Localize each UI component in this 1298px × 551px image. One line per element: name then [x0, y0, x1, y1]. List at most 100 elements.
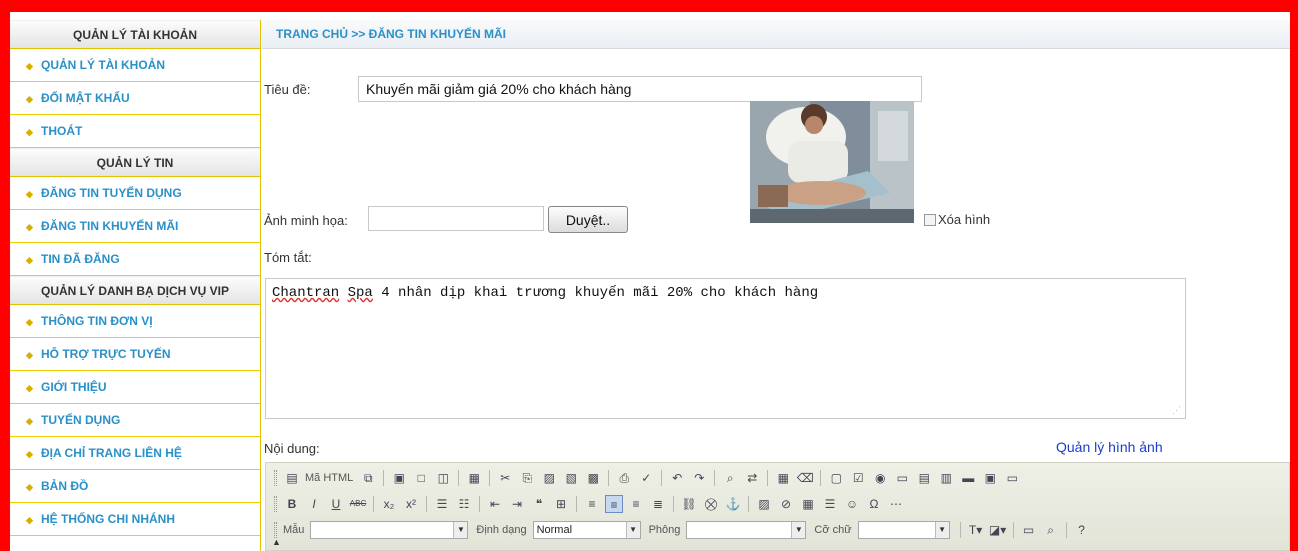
collapse-toolbar-icon[interactable]: ▲: [272, 537, 281, 547]
chevron-down-icon[interactable]: ▼: [625, 522, 640, 538]
button-field-icon[interactable]: ▬: [959, 469, 977, 487]
align-center-icon[interactable]: ≡: [605, 495, 623, 513]
maximize-icon[interactable]: ▭: [1020, 521, 1038, 539]
title-label: Tiêu đề:: [264, 82, 311, 97]
strikethrough-icon[interactable]: ABC: [349, 495, 367, 513]
select-all-icon[interactable]: ▦: [774, 469, 792, 487]
source-icon[interactable]: ▤: [283, 469, 301, 487]
format-select[interactable]: Normal ▼: [532, 521, 641, 539]
sidebar-item-account-management[interactable]: ◆ QUẢN LÝ TÀI KHOẢN: [10, 49, 260, 82]
toolbar-grip[interactable]: [274, 470, 277, 486]
image-icon[interactable]: ▨: [755, 495, 773, 513]
image-file-input[interactable]: [368, 206, 544, 231]
radio-field-icon[interactable]: ◉: [871, 469, 889, 487]
new-page-icon[interactable]: □: [412, 469, 430, 487]
sidebar: QUẢN LÝ TÀI KHOẢN ◆ QUẢN LÝ TÀI KHOẢN ◆ ĐỔ…: [10, 20, 261, 551]
image-button-icon[interactable]: ▣: [981, 469, 999, 487]
source-button-label[interactable]: Mã HTML: [305, 472, 353, 484]
chevron-down-icon[interactable]: ▼: [453, 522, 468, 538]
font-select[interactable]: ▼: [686, 521, 807, 539]
toolbar-grip[interactable]: [274, 496, 277, 512]
horizontal-rule-icon[interactable]: ☰: [821, 495, 839, 513]
unlink-icon[interactable]: ⛒: [702, 495, 720, 513]
special-char-icon[interactable]: Ω: [865, 495, 883, 513]
link-icon[interactable]: ⛓: [680, 495, 698, 513]
superscript-icon[interactable]: x²: [402, 495, 420, 513]
blockquote-icon[interactable]: ❝: [530, 495, 548, 513]
size-select[interactable]: ▼: [857, 521, 950, 539]
image-manager-link[interactable]: Quản lý hình ảnh: [1056, 439, 1163, 455]
sidebar-item-map[interactable]: ◆ BẢN ĐỒ: [10, 470, 260, 503]
browse-button[interactable]: Duyệt..: [548, 206, 628, 233]
diamond-bullet-icon: ◆: [26, 222, 33, 232]
templates-icon[interactable]: ▦: [465, 469, 483, 487]
select-field-icon[interactable]: ▥: [937, 469, 955, 487]
chevron-down-icon[interactable]: ▼: [934, 522, 949, 538]
sidebar-item-post-job[interactable]: ◆ ĐĂNG TIN TUYỂN DỤNG: [10, 177, 260, 210]
sidebar-item-recruitment[interactable]: ◆ TUYỂN DỤNG: [10, 404, 260, 437]
text-color-icon[interactable]: T▾: [967, 521, 985, 539]
sidebar-item-post-promotion[interactable]: ◆ ĐĂNG TIN KHUYẾN MÃI: [10, 210, 260, 243]
paste-text-icon[interactable]: ▧: [562, 469, 580, 487]
toolbar-row-1: ▤ Mã HTML ⧉ ▣ □ ◫ ▦ ✂ ⎘ ▨ ▧ ▩ ⎙ ✓ ↶ ↷ ⌕ ⇄…: [274, 467, 1025, 489]
hidden-field-icon[interactable]: ▭: [1003, 469, 1021, 487]
bold-icon[interactable]: B: [283, 495, 301, 513]
flash-icon[interactable]: ⊘: [777, 495, 795, 513]
subscript-icon[interactable]: x₂: [380, 495, 398, 513]
preview-icon[interactable]: ◫: [434, 469, 452, 487]
sidebar-item-contact-address[interactable]: ◆ ĐỊA CHỈ TRANG LIÊN HỆ: [10, 437, 260, 470]
sidebar-item-introduction[interactable]: ◆ GIỚI THIỆU: [10, 371, 260, 404]
italic-icon[interactable]: I: [305, 495, 323, 513]
underline-icon[interactable]: U: [327, 495, 345, 513]
size-label: Cỡ chữ: [814, 524, 852, 536]
textarea-field-icon[interactable]: ▤: [915, 469, 933, 487]
sidebar-item-branch-system[interactable]: ◆ HỆ THỐNG CHI NHÁNH: [10, 503, 260, 536]
copy-format-icon[interactable]: ⧉: [359, 469, 377, 487]
paste-icon[interactable]: ▨: [540, 469, 558, 487]
align-right-icon[interactable]: ≡: [627, 495, 645, 513]
spellcheck-icon[interactable]: ✓: [637, 469, 655, 487]
background-color-icon[interactable]: ◪▾: [989, 521, 1007, 539]
title-input[interactable]: [358, 76, 922, 102]
replace-icon[interactable]: ⇄: [743, 469, 761, 487]
delete-image-checkbox[interactable]: Xóa hình: [924, 212, 990, 227]
summary-textarea[interactable]: Chantran Spa 4 nhân dịp khai trương khuy…: [265, 278, 1186, 419]
breadcrumb[interactable]: TRANG CHỦ >> ĐĂNG TIN KHUYẾN MÃI: [262, 20, 1290, 49]
justify-icon[interactable]: ≣: [649, 495, 667, 513]
checkbox-icon[interactable]: [924, 214, 936, 226]
outdent-icon[interactable]: ⇤: [486, 495, 504, 513]
paste-word-icon[interactable]: ▩: [584, 469, 602, 487]
indent-icon[interactable]: ⇥: [508, 495, 526, 513]
align-left-icon[interactable]: ≡: [583, 495, 601, 513]
sidebar-item-change-password[interactable]: ◆ ĐỔI MẬT KHẨU: [10, 82, 260, 115]
find-icon[interactable]: ⌕: [721, 469, 739, 487]
copy-icon[interactable]: ⎘: [518, 469, 536, 487]
anchor-icon[interactable]: ⚓: [724, 495, 742, 513]
sidebar-item-logout[interactable]: ◆ THOÁT: [10, 115, 260, 148]
style-select[interactable]: ▼: [310, 521, 469, 539]
bulleted-list-icon[interactable]: ☷: [455, 495, 473, 513]
div-container-icon[interactable]: ⊞: [552, 495, 570, 513]
resize-grip-icon[interactable]: ⋰: [1172, 406, 1181, 416]
diamond-bullet-icon: ◆: [26, 94, 33, 104]
chevron-down-icon[interactable]: ▼: [791, 522, 806, 538]
checkbox-field-icon[interactable]: ☑: [849, 469, 867, 487]
text-field-icon[interactable]: ▭: [893, 469, 911, 487]
help-icon[interactable]: ?: [1073, 521, 1091, 539]
smiley-icon[interactable]: ☺: [843, 495, 861, 513]
table-icon[interactable]: ▦: [799, 495, 817, 513]
toolbar-grip[interactable]: [274, 522, 277, 538]
numbered-list-icon[interactable]: ☰: [433, 495, 451, 513]
print-icon[interactable]: ⎙: [615, 469, 633, 487]
sidebar-item-online-support[interactable]: ◆ HỖ TRỢ TRỰC TUYẾN: [10, 338, 260, 371]
save-icon[interactable]: ▣: [390, 469, 408, 487]
form-icon[interactable]: ▢: [827, 469, 845, 487]
cut-icon[interactable]: ✂: [496, 469, 514, 487]
show-blocks-icon[interactable]: ⌕: [1042, 521, 1060, 539]
remove-format-icon[interactable]: ⌫: [796, 469, 814, 487]
redo-icon[interactable]: ↷: [690, 469, 708, 487]
undo-icon[interactable]: ↶: [668, 469, 686, 487]
page-break-icon[interactable]: ⋯: [887, 495, 905, 513]
sidebar-item-posted-news[interactable]: ◆ TIN ĐÃ ĐĂNG: [10, 243, 260, 276]
sidebar-item-unit-info[interactable]: ◆ THÔNG TIN ĐƠN VỊ: [10, 305, 260, 338]
